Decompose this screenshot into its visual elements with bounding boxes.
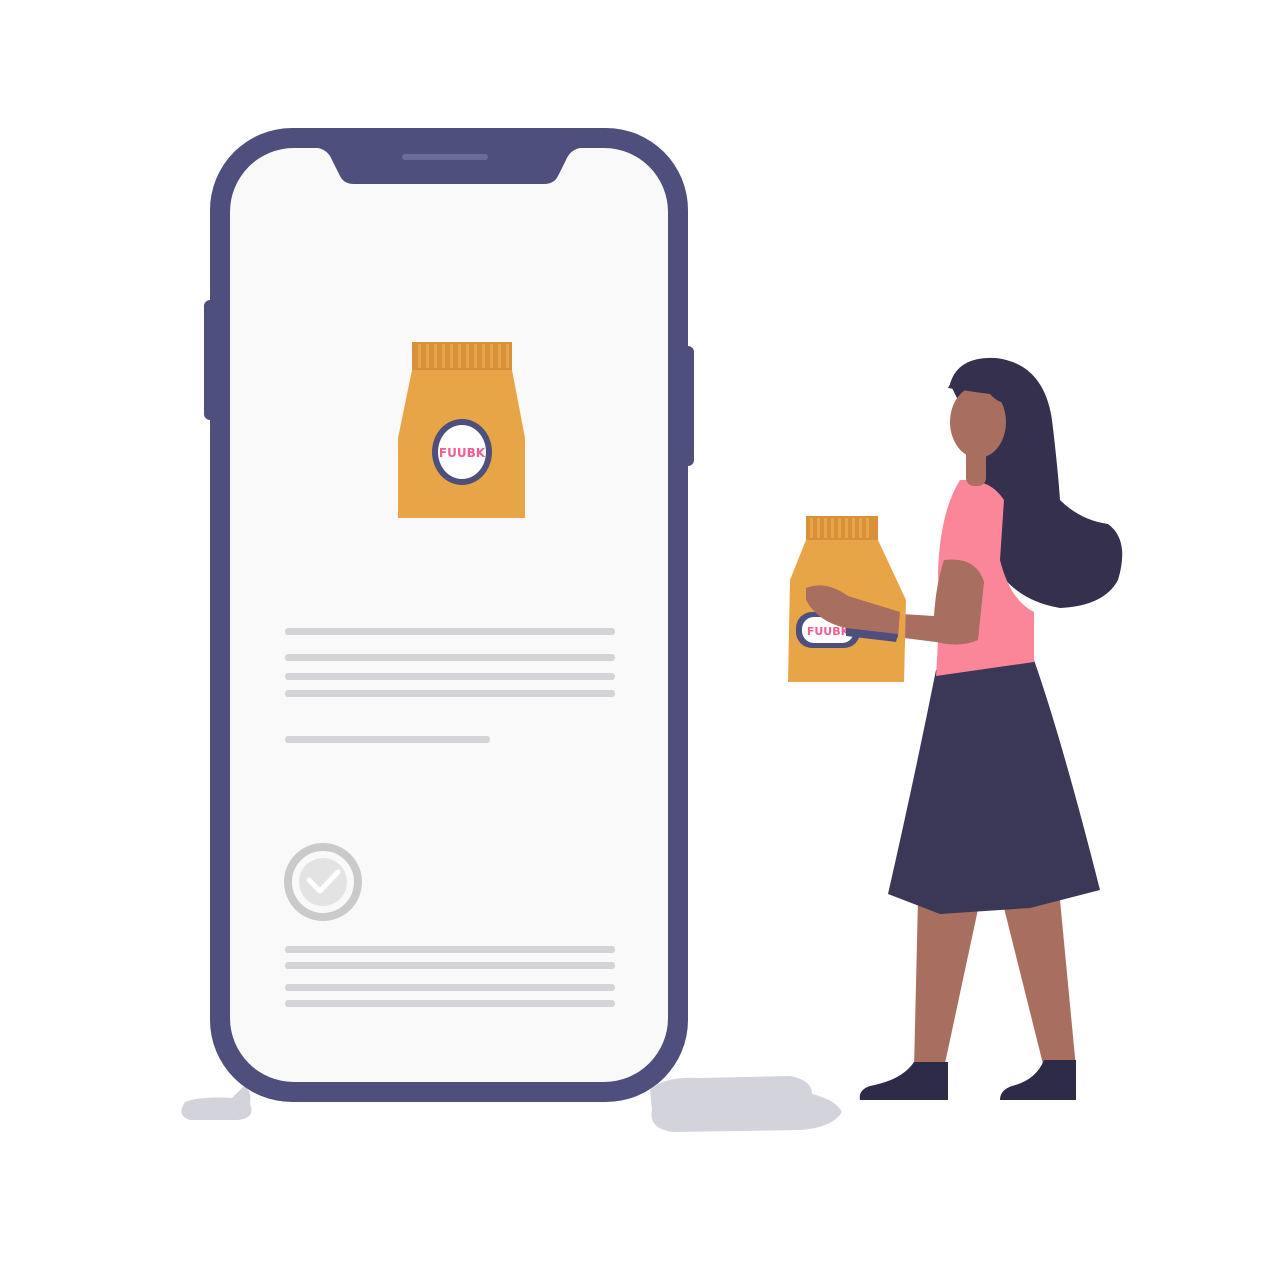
skeleton-line xyxy=(285,984,615,991)
ground-shadow-left xyxy=(181,1086,252,1120)
woman-figure: FUUBK xyxy=(788,357,1123,1100)
skeleton-line xyxy=(285,654,615,661)
skeleton-line xyxy=(285,736,490,743)
skeleton-line xyxy=(285,628,615,635)
skeleton-line xyxy=(285,673,615,680)
skeleton-line xyxy=(285,690,615,697)
product-image: FUUBK xyxy=(398,342,525,518)
leg-right xyxy=(1002,900,1076,1068)
skeleton-line xyxy=(285,1000,615,1007)
product-logo-text: FUUBK xyxy=(439,446,486,460)
phone-speaker xyxy=(402,154,488,160)
skirt xyxy=(888,660,1100,914)
shoe-left xyxy=(859,1062,948,1100)
smartphone xyxy=(204,128,694,1102)
phone-notch xyxy=(318,148,580,184)
illustration: FUUBK FUUBK xyxy=(181,128,1123,1132)
skeleton-line xyxy=(285,962,615,969)
ground-shadow-right xyxy=(650,1076,842,1132)
skeleton-line xyxy=(285,946,615,953)
leg-left xyxy=(914,900,980,1068)
phone-screen xyxy=(230,148,668,1082)
shoe-right xyxy=(1000,1060,1076,1100)
